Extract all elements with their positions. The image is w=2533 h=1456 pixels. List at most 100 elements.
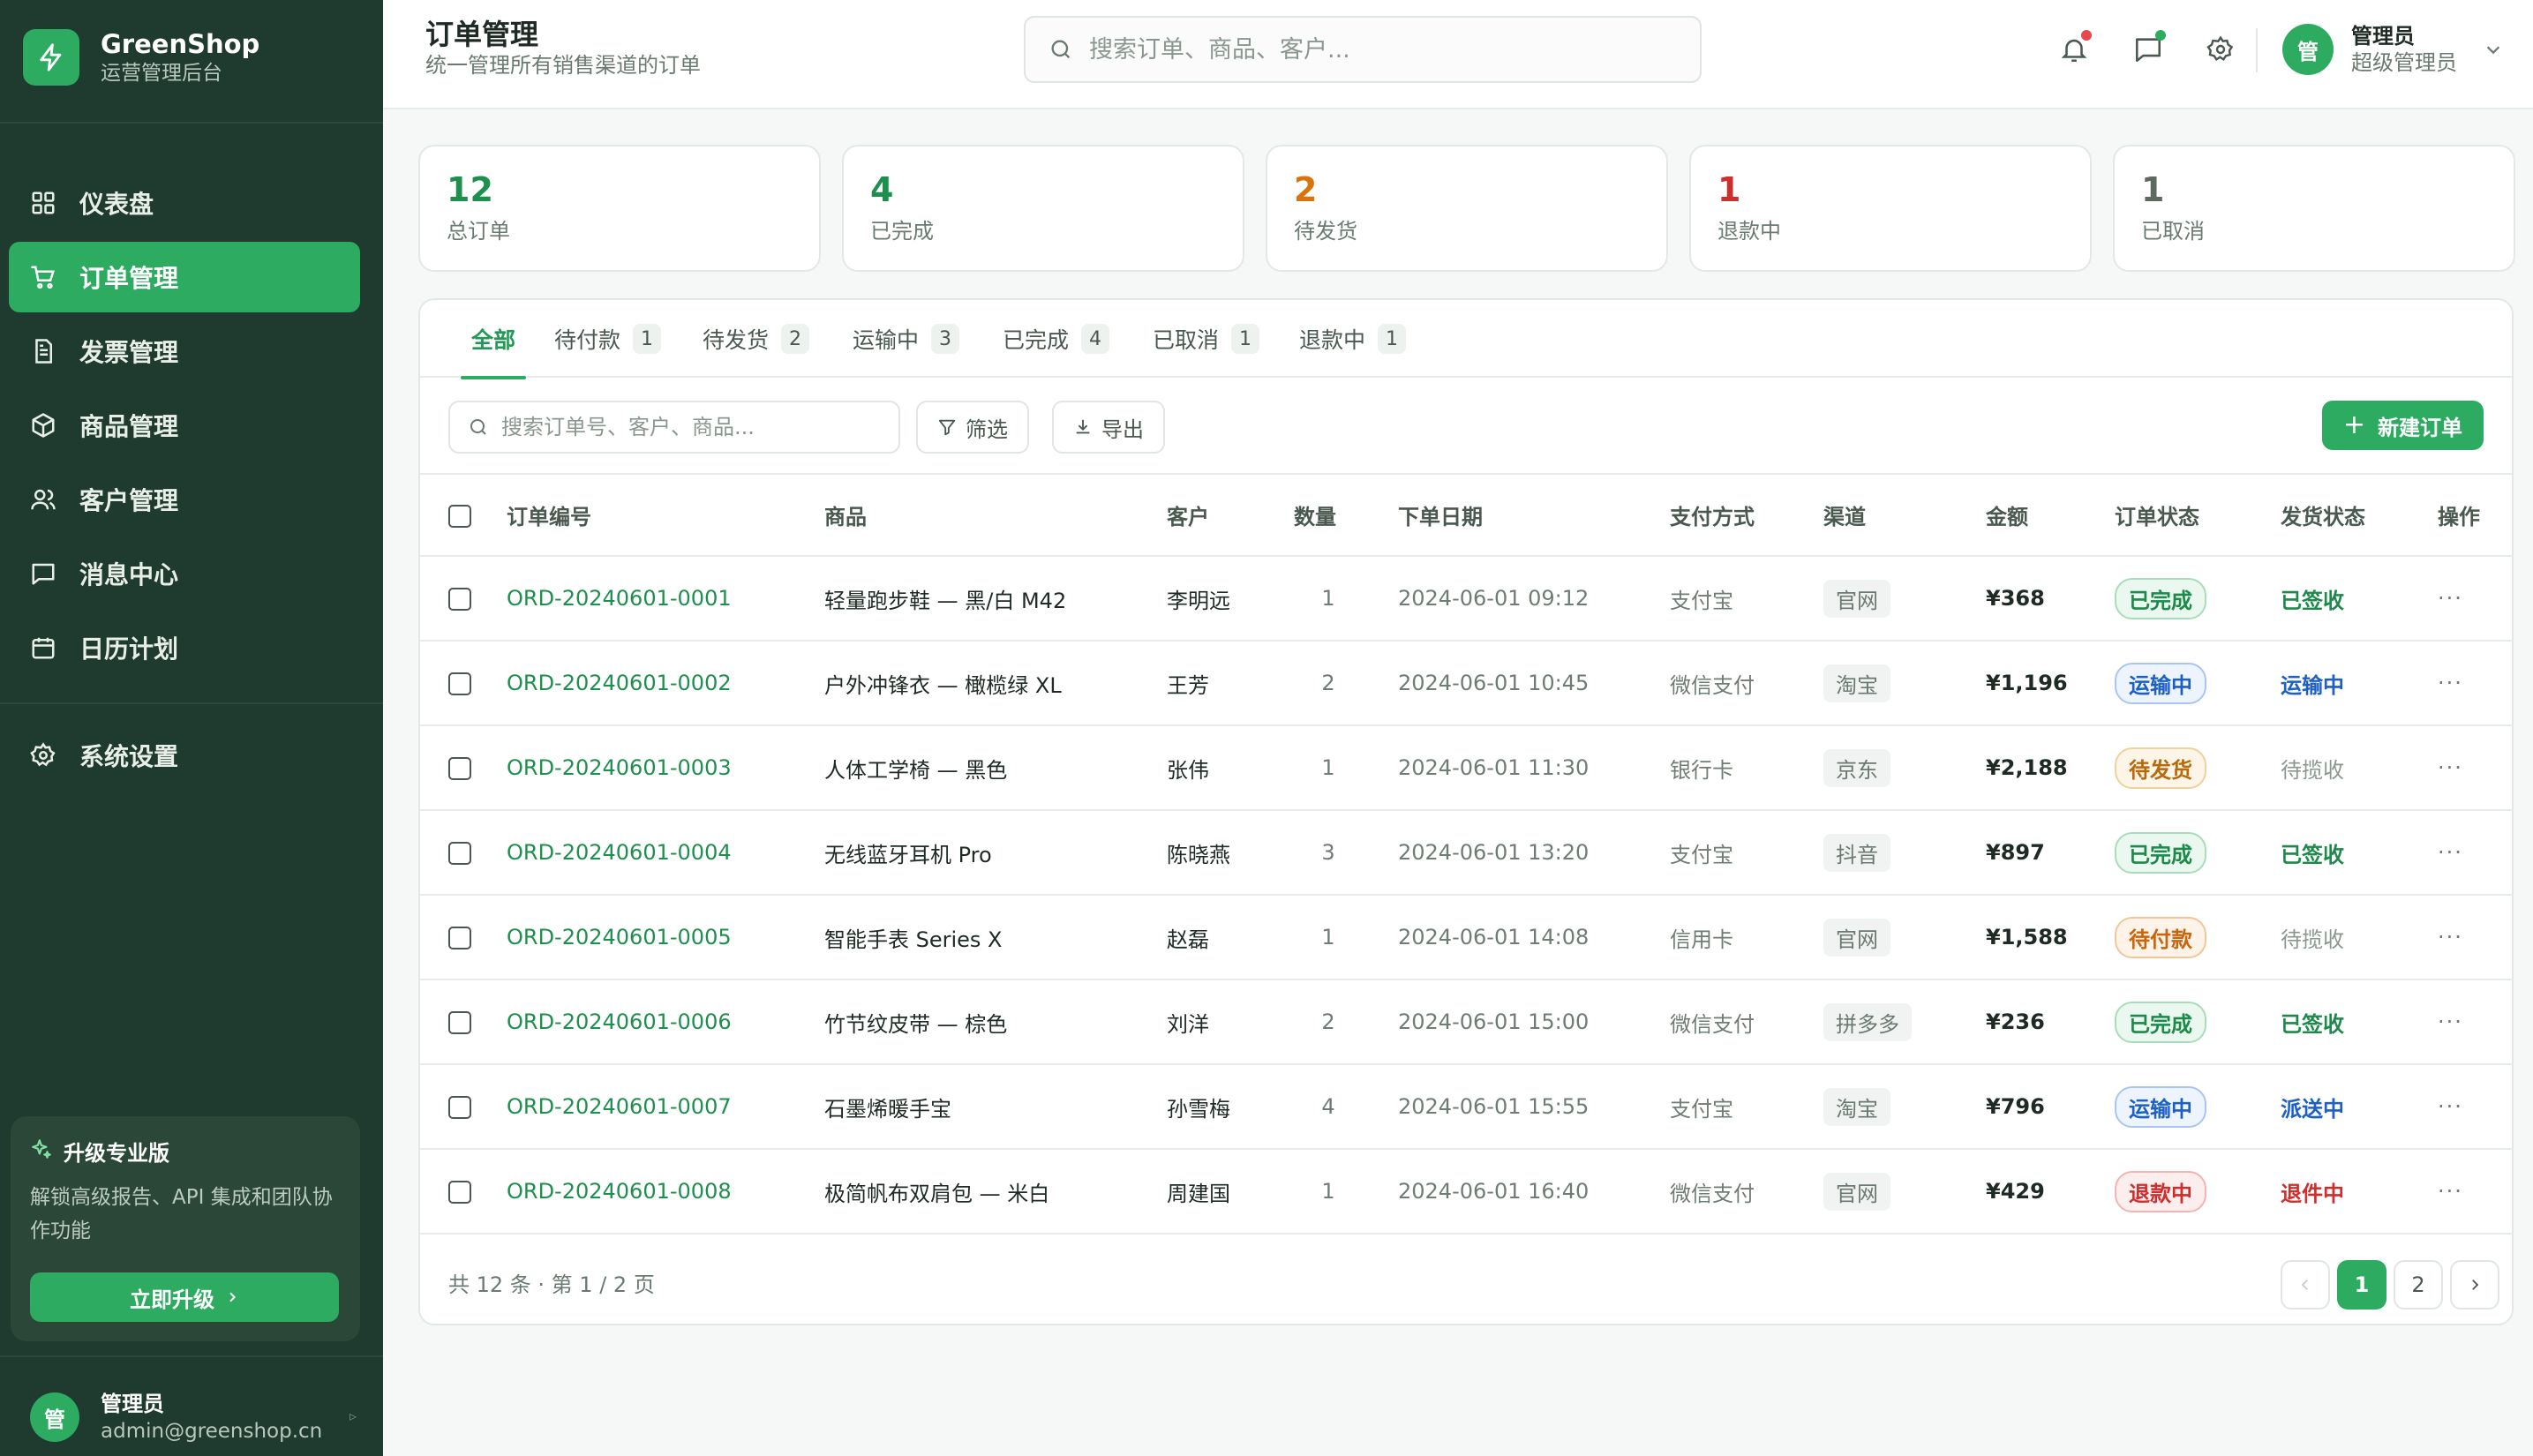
row-checkbox[interactable] [448, 1181, 471, 1204]
sidebar-divider [0, 122, 383, 124]
orders-table-body: ORD-20240601-0001 轻量跑步鞋 — 黑/白 M42 李明远 1 2024… [420, 556, 2512, 1235]
column-header[interactable]: 下单日期 [1398, 475, 1670, 557]
sidebar-item-label: 系统设置 [79, 742, 179, 771]
column-header[interactable]: 发货状态 [2281, 475, 2438, 557]
column-header[interactable]: 商品 [824, 475, 1167, 557]
row-checkbox[interactable] [448, 1096, 471, 1119]
column-header[interactable]: 支付方式 [1670, 475, 1823, 557]
order-number-link[interactable]: ORD-20240601-0002 [507, 641, 824, 726]
row-checkbox[interactable] [448, 1011, 471, 1034]
global-search-input[interactable] [1089, 35, 1654, 64]
table-row[interactable]: ORD-20240601-0005 智能手表 Series X 赵磊 1 2024-06… [420, 895, 2512, 980]
row-checkbox[interactable] [448, 927, 471, 949]
prev-page-button[interactable] [2281, 1260, 2330, 1310]
row-checkbox[interactable] [448, 842, 471, 865]
table-row[interactable]: ORD-20240601-0006 竹节纹皮带 — 棕色 刘洋 2 2024-06-01… [420, 979, 2512, 1065]
upgrade-description: 解锁高级报告、API 集成和团队协作功能 [30, 1186, 333, 1242]
product-name: 户外冲锋衣 — 橄榄绿 XL [824, 641, 1167, 726]
table-row[interactable]: ORD-20240601-0001 轻量跑步鞋 — 黑/白 M42 李明远 1 2024… [420, 556, 2512, 642]
avatar: 管 [30, 1392, 79, 1442]
customer-name: 王芳 [1167, 641, 1294, 726]
column-header[interactable]: 操作 [2438, 475, 2512, 557]
tab-pending-shipment[interactable]: 待发货 2 [703, 300, 810, 378]
column-header[interactable]: 渠道 [1823, 475, 1986, 557]
sidebar-item-label: 商品管理 [79, 412, 179, 441]
sidebar-item-calendar[interactable]: 日历计划 [9, 612, 360, 683]
export-button[interactable]: 导出 [1052, 401, 1165, 454]
stat-card-total: 12 总订单 [418, 145, 821, 272]
tab-completed[interactable]: 已完成 4 [1003, 300, 1110, 378]
more-actions-button[interactable]: ··· [2438, 1009, 2463, 1034]
pagination-info: 共 12 条 · 第 1 / 2 页 [448, 1272, 655, 1297]
tab-count-badge: 4 [1081, 324, 1110, 354]
new-order-button[interactable]: + 新建订单 [2321, 401, 2484, 450]
chevron-right-icon [2467, 1277, 2483, 1293]
order-status-badge: 退款中 [2115, 1170, 2206, 1212]
sidebar-item-dashboard[interactable]: 仪表盘 [9, 168, 360, 238]
page-title: 订单管理 [425, 18, 539, 51]
tab-cancelled[interactable]: 已取消 1 [1153, 300, 1260, 378]
global-search[interactable] [1024, 16, 1702, 83]
order-number-link[interactable]: ORD-20240601-0008 [507, 1149, 824, 1235]
table-row[interactable]: ORD-20240601-0003 人体工学椅 — 黑色 张伟 1 2024-06-01… [420, 725, 2512, 811]
row-checkbox[interactable] [448, 757, 471, 780]
table-row[interactable]: ORD-20240601-0004 无线蓝牙耳机 Pro 陈晓燕 3 2024-06-0… [420, 810, 2512, 896]
order-number-link[interactable]: ORD-20240601-0003 [507, 725, 824, 811]
column-header[interactable]: 数量 [1294, 475, 1398, 557]
sidebar-item-orders[interactable]: 订单管理 [9, 242, 360, 312]
order-number-link[interactable]: ORD-20240601-0004 [507, 810, 824, 896]
messages-button[interactable] [2129, 30, 2168, 69]
page-button[interactable]: 2 [2394, 1260, 2443, 1310]
search-icon [468, 417, 489, 438]
table-row[interactable]: ORD-20240601-0008 极简帆布双肩包 — 米白 周建国 1 2024-06… [420, 1149, 2512, 1235]
order-number-link[interactable]: ORD-20240601-0007 [507, 1064, 824, 1150]
tab-refunding[interactable]: 退款中 1 [1299, 300, 1407, 378]
order-number-link[interactable]: ORD-20240601-0005 [507, 895, 824, 980]
sidebar-item-settings[interactable]: 系统设置 [9, 720, 360, 791]
more-actions-button[interactable]: ··· [2438, 1179, 2463, 1204]
next-page-button[interactable] [2450, 1260, 2499, 1310]
filter-button[interactable]: 筛选 [916, 401, 1029, 454]
more-actions-button[interactable]: ··· [2438, 671, 2463, 695]
column-header[interactable]: 订单编号 [507, 475, 824, 557]
tab-pending-payment[interactable]: 待付款 1 [554, 300, 662, 378]
more-actions-button[interactable]: ··· [2438, 755, 2463, 780]
tab-in-transit[interactable]: 运输中 3 [853, 300, 960, 378]
filter-icon [937, 417, 957, 437]
more-actions-button[interactable]: ··· [2438, 586, 2463, 611]
more-actions-button[interactable]: ··· [2438, 840, 2463, 865]
more-actions-button[interactable]: ··· [2438, 1094, 2463, 1119]
brand[interactable]: GreenShop 运营管理后台 [23, 28, 259, 86]
notification-button[interactable] [2055, 30, 2093, 69]
sidebar-item-customers[interactable]: 客户管理 [9, 464, 360, 535]
order-search-input[interactable] [501, 415, 890, 439]
column-header[interactable]: 订单状态 [2115, 475, 2281, 557]
sidebar-user[interactable]: 管 管理员 admin@greenshop.cn ▹ [30, 1390, 357, 1445]
stat-card-refunding: 1 退款中 [1689, 145, 2092, 272]
page-button[interactable]: 1 [2337, 1260, 2386, 1310]
select-all-checkbox[interactable] [448, 504, 471, 528]
sidebar-item-products[interactable]: 商品管理 [9, 390, 360, 461]
order-number-link[interactable]: ORD-20240601-0001 [507, 556, 824, 642]
row-checkbox[interactable] [448, 672, 471, 695]
quantity: 2 [1294, 641, 1398, 726]
order-search[interactable] [448, 401, 900, 454]
channel-badge: 官网 [1823, 579, 1890, 618]
sidebar-item-messages[interactable]: 消息中心 [9, 538, 360, 609]
header-user-menu[interactable]: 管 管理员 超级管理员 [2282, 23, 2503, 76]
column-header[interactable]: 客户 [1167, 475, 1294, 557]
upgrade-button[interactable]: 立即升级 [30, 1272, 339, 1322]
order-status-badge: 已完成 [2115, 1001, 2206, 1043]
table-row[interactable]: ORD-20240601-0007 石墨烯暖手宝 孙雪梅 4 2024-06-01 15… [420, 1064, 2512, 1150]
table-row[interactable]: ORD-20240601-0002 户外冲锋衣 — 橄榄绿 XL 王芳 2 2024-0… [420, 641, 2512, 726]
settings-button[interactable] [2201, 30, 2240, 69]
sidebar-item-invoices[interactable]: 发票管理 [9, 316, 360, 387]
column-header[interactable]: 金额 [1986, 475, 2115, 557]
expand-icon[interactable]: ▹ [350, 1407, 357, 1424]
order-number-link[interactable]: ORD-20240601-0006 [507, 979, 824, 1065]
row-checkbox[interactable] [448, 588, 471, 611]
customer-name: 周建国 [1167, 1149, 1294, 1235]
more-actions-button[interactable]: ··· [2438, 925, 2463, 949]
tab-label: 已取消 [1153, 327, 1220, 353]
tab-all[interactable]: 全部 [460, 300, 527, 379]
